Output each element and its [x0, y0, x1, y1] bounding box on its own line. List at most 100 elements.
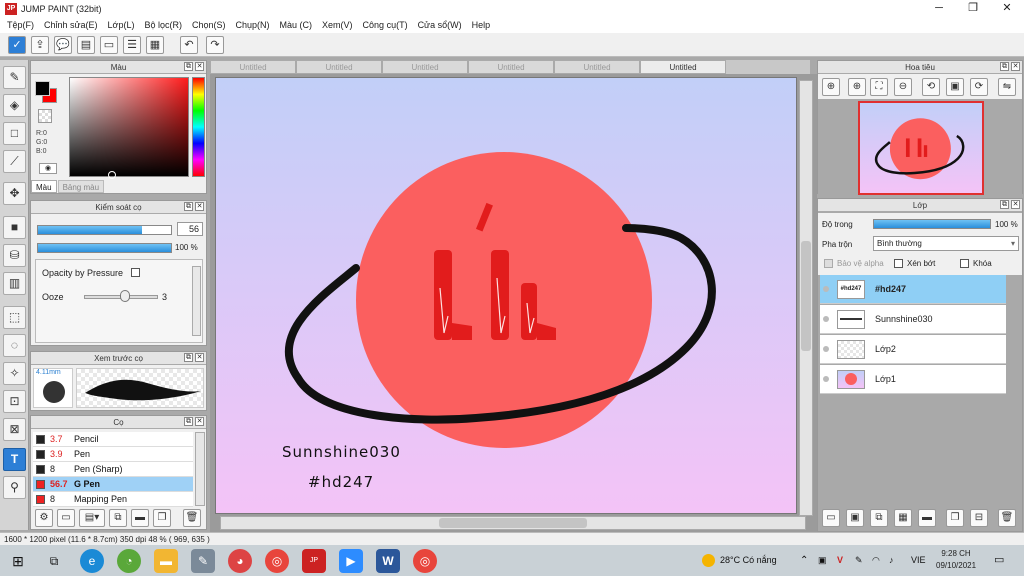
move-tool-icon[interactable]: ✥: [3, 182, 26, 205]
panel-float-icon[interactable]: ⧉: [184, 202, 193, 211]
edge-icon[interactable]: e: [80, 549, 104, 573]
tab-palette[interactable]: Bảng màu: [57, 180, 105, 193]
new-brush-icon[interactable]: ▭: [57, 509, 75, 527]
text-tool-icon[interactable]: T: [3, 448, 26, 471]
file-explorer-icon[interactable]: ▬: [154, 549, 178, 573]
rotate-reset-icon[interactable]: ▣: [946, 78, 964, 96]
flip-icon[interactable]: ⇋: [998, 78, 1016, 96]
brush-size-slider[interactable]: [37, 225, 172, 235]
dropper-tool-icon[interactable]: ⚲: [3, 476, 26, 499]
lasso-tool-icon[interactable]: ◌: [3, 334, 26, 357]
menu-capture[interactable]: Chụp(N): [231, 20, 275, 30]
weather-text[interactable]: 28°C Có nắng: [720, 545, 777, 576]
app-icon-green[interactable]: ◔: [117, 549, 141, 573]
blend-mode-select[interactable]: Bình thường ▾: [873, 236, 1019, 251]
layer-visibility-icon[interactable]: [823, 316, 829, 322]
bucket-tool-icon[interactable]: ⛁: [3, 244, 26, 267]
options-scrollbar[interactable]: [192, 266, 201, 336]
menu-view[interactable]: Xem(V): [317, 20, 358, 30]
fit-screen-icon[interactable]: ⛶: [870, 78, 888, 96]
rotate-left-icon[interactable]: ⟲: [922, 78, 940, 96]
clipping-checkbox[interactable]: [894, 259, 903, 268]
document-icon[interactable]: ☰: [123, 36, 141, 54]
maximize-button[interactable]: ❐: [956, 0, 990, 17]
layer-visibility-icon[interactable]: [823, 286, 829, 292]
saturation-value-picker[interactable]: [69, 77, 189, 177]
canvas-horizontal-scrollbar[interactable]: [220, 516, 806, 530]
layer-visibility-icon[interactable]: [823, 346, 829, 352]
panel-float-icon[interactable]: ⧉: [184, 417, 193, 426]
panel-float-icon[interactable]: ⧉: [1000, 200, 1009, 209]
menu-select[interactable]: Chọn(S): [187, 20, 231, 30]
brush-item-g-pen[interactable]: 56.7 G Pen: [33, 477, 193, 492]
new-layer-icon[interactable]: ▭: [822, 509, 840, 527]
menu-tools[interactable]: Công cụ(T): [358, 20, 413, 30]
zoom-icon[interactable]: ▶: [339, 549, 363, 573]
layer-row-sunnshine[interactable]: Sunnshine030: [820, 305, 1006, 334]
layer-delete-icon[interactable]: 🗑: [998, 509, 1016, 527]
brush-folder-icon[interactable]: ▬: [131, 509, 149, 527]
panel-close-icon[interactable]: ✕: [195, 417, 204, 426]
layer-row-lop2[interactable]: Lớp2: [820, 335, 1006, 364]
brush-list-scrollbar[interactable]: [195, 432, 205, 506]
paint-app-icon[interactable]: ✎: [191, 549, 215, 573]
page-icon[interactable]: ▭: [100, 36, 118, 54]
panel-close-icon[interactable]: ✕: [1011, 200, 1020, 209]
brush-size-input[interactable]: 56: [177, 222, 203, 236]
brush-opacity-slider[interactable]: [37, 243, 172, 253]
layer-row-hd247[interactable]: #hd247 #hd247: [820, 275, 1006, 304]
tab-untitled-active[interactable]: Untitled: [640, 60, 726, 74]
minimize-button[interactable]: ─: [922, 0, 956, 17]
menu-window[interactable]: Cửa sổ(W): [413, 20, 467, 30]
grid-icon[interactable]: ▦: [146, 36, 164, 54]
panel-close-icon[interactable]: ✕: [195, 353, 204, 362]
magic-wand-icon[interactable]: ✧: [3, 362, 26, 385]
hue-slider[interactable]: [192, 77, 205, 177]
export-icon[interactable]: ⇪: [31, 36, 49, 54]
horizontal-scroll-thumb[interactable]: [439, 518, 587, 528]
tab-untitled-4[interactable]: Untitled: [468, 60, 554, 74]
select-eraser-icon[interactable]: ⊠: [3, 418, 26, 441]
menu-file[interactable]: Tệp(F): [2, 20, 39, 30]
menu-layer[interactable]: Lớp(L): [103, 20, 140, 30]
layer-row-lop1[interactable]: Lớp1: [820, 365, 1006, 394]
pen-tool-icon[interactable]: ✎: [3, 66, 26, 89]
zoom-in-alt-icon[interactable]: ⊕: [848, 78, 866, 96]
tab-untitled-5[interactable]: Untitled: [554, 60, 640, 74]
notification-icon[interactable]: ▭: [994, 545, 1004, 576]
panel-close-icon[interactable]: ✕: [195, 202, 204, 211]
brush-item-pencil[interactable]: 3.7 Pencil: [33, 432, 193, 447]
panel-close-icon[interactable]: ✕: [195, 62, 204, 71]
check-icon[interactable]: ✓: [8, 36, 26, 54]
app-icon-red[interactable]: ◕: [228, 549, 252, 573]
canvas-vertical-scrollbar[interactable]: [799, 80, 813, 516]
brush-duplicate-icon[interactable]: ❐: [153, 509, 171, 527]
layer-merge-icon[interactable]: ⊟: [970, 509, 988, 527]
zoom-out-icon[interactable]: ⊖: [894, 78, 912, 96]
volume-icon[interactable]: ♪: [889, 545, 894, 576]
panel-float-icon[interactable]: ⧉: [1000, 62, 1009, 71]
chrome-icon[interactable]: ◎: [265, 549, 289, 573]
zoom-in-icon[interactable]: ⊕: [822, 78, 840, 96]
layer-visibility-icon[interactable]: [823, 376, 829, 382]
opacity-pressure-checkbox[interactable]: [131, 268, 140, 277]
layer-copy-icon[interactable]: ⧉: [870, 509, 888, 527]
tray-app-icon[interactable]: ▣: [818, 545, 827, 576]
brush-settings-icon[interactable]: ⚙: [35, 509, 53, 527]
transparent-swatch[interactable]: [38, 109, 52, 123]
lock-checkbox[interactable]: [960, 259, 969, 268]
brush-item-pen[interactable]: 3.9 Pen: [33, 447, 193, 462]
panel-float-icon[interactable]: ⧉: [184, 62, 193, 71]
brush-item-mapping-pen[interactable]: 8 Mapping Pen: [33, 492, 193, 507]
panel-close-icon[interactable]: ✕: [1011, 62, 1020, 71]
tab-untitled-2[interactable]: Untitled: [296, 60, 382, 74]
redo-icon[interactable]: ↷: [206, 36, 224, 54]
brush-item-pen-sharp[interactable]: 8 Pen (Sharp): [33, 462, 193, 477]
clock[interactable]: 9:28 CH 09/10/2021: [936, 548, 976, 572]
undo-icon[interactable]: ↶: [180, 36, 198, 54]
comment-icon[interactable]: 💬: [54, 36, 72, 54]
protect-alpha-checkbox[interactable]: [824, 259, 833, 268]
panel-float-icon[interactable]: ⧉: [184, 353, 193, 362]
fill-rect-tool-icon[interactable]: ■: [3, 216, 26, 239]
layer-mask-icon[interactable]: ▦: [894, 509, 912, 527]
